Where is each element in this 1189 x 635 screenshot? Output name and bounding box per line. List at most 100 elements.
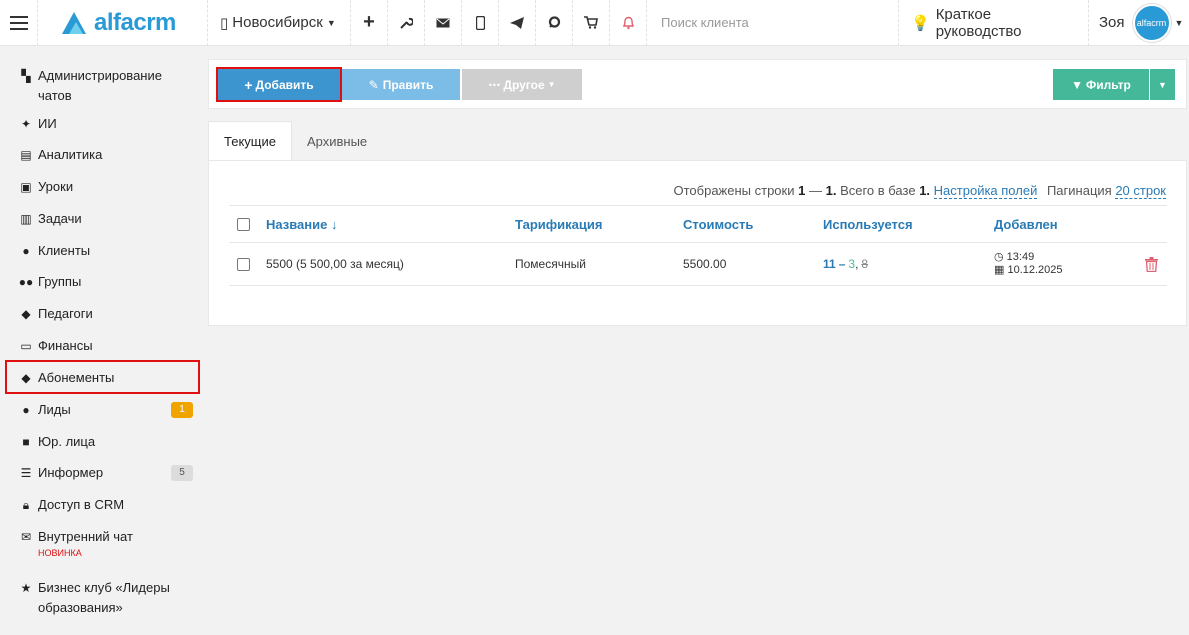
added-time: 13:49	[1006, 251, 1035, 263]
sidebar-item-leads[interactable]: ● Лиды 1	[18, 400, 198, 420]
user-menu[interactable]: Зоя alfacrm ▼	[1089, 0, 1189, 46]
client-search-input[interactable]: Поиск клиента	[647, 0, 899, 46]
city-selector[interactable]: ▯ Новосибирск ▼	[208, 0, 351, 46]
sidebar-item-business-club[interactable]: ★ Бизнес клуб «Лидеры образования»	[18, 578, 198, 618]
sidebar-item-lessons[interactable]: ▣ Уроки	[18, 177, 198, 197]
wrench-icon[interactable]	[388, 0, 425, 46]
caret-down-icon: ▼	[1158, 79, 1167, 90]
select-all-checkbox-cell	[237, 206, 250, 242]
rows-shown-to: 1.	[825, 183, 837, 198]
sidebar-item-label: Финансы	[38, 338, 93, 353]
row-checkbox[interactable]	[237, 257, 250, 271]
sidebar-item-chat-admin[interactable]: ▚ Администрирование чатов	[18, 66, 198, 106]
used-total[interactable]: 11	[823, 257, 836, 271]
total-label: Всего в базе	[840, 183, 916, 198]
ellipsis-icon: ⋯	[488, 77, 501, 92]
tab-current[interactable]: Текущие	[208, 121, 292, 161]
pagination-link[interactable]: 20 строк	[1115, 183, 1166, 199]
other-button-label: Другое	[503, 77, 545, 92]
users-icon: ●●	[18, 275, 34, 289]
cell-added: ◷ 13:49 ▦ 10.12.2025	[994, 243, 1063, 285]
sidebar-item-clients[interactable]: ● Клиенты	[18, 241, 198, 261]
column-header-billing[interactable]: Тарификация	[515, 206, 602, 242]
sidebar-item-label: Педагоги	[38, 306, 93, 321]
mobile-phone-icon[interactable]	[462, 0, 499, 46]
filter-button[interactable]: ▼ Фильтр	[1053, 69, 1149, 100]
cart-icon[interactable]	[573, 0, 610, 46]
sidebar-item-analytics[interactable]: ▤ Аналитика	[18, 145, 198, 165]
map-icon: ▤	[20, 148, 32, 162]
sidebar-item-groups[interactable]: ●● Группы	[18, 272, 198, 292]
sidebar-item-label: Информер	[38, 465, 104, 480]
filter-dropdown-toggle[interactable]: ▼	[1150, 69, 1175, 100]
sidebar-item-internal-chat[interactable]: ✉ Внутренний чат НОВИНКА	[18, 527, 198, 559]
list-icon: ☰	[20, 466, 32, 480]
quick-guide-link[interactable]: 💡 Краткое руководство	[899, 0, 1089, 46]
sidebar-item-teachers[interactable]: ◆ Педагоги	[18, 304, 198, 324]
funnel-icon: ▼	[1071, 77, 1084, 92]
telegram-icon[interactable]	[499, 0, 536, 46]
field-settings-link[interactable]: Настройка полей	[933, 183, 1038, 199]
sidebar-item-informer[interactable]: ☰ Информер 5	[18, 463, 198, 483]
clipboard-icon: ▥	[20, 212, 32, 226]
chevron-down-icon: ▼	[326, 17, 336, 28]
sidebar-item-label: Бизнес клуб «Лидеры образования»	[38, 580, 170, 615]
money-icon: ▭	[20, 339, 32, 353]
sidebar-item-label: ИИ	[38, 116, 57, 131]
chat-bubble-icon[interactable]	[536, 0, 573, 46]
sidebar-item-label: Администрирование чатов	[38, 68, 162, 103]
sidebar-item-label: Клиенты	[38, 243, 91, 258]
cell-billing: Помесячный	[515, 257, 586, 271]
briefcase-icon: ■	[22, 435, 30, 449]
calendar-icon: ▣	[20, 180, 32, 194]
sidebar-item-ai[interactable]: ✦ ИИ	[18, 114, 198, 134]
menu-toggle-button[interactable]	[0, 0, 38, 46]
other-actions-button[interactable]: ⋯ Другое ▼	[462, 69, 582, 100]
used-expired[interactable]: 8	[861, 257, 868, 271]
cell-name[interactable]: 5500 (5 500,00 за месяц)	[266, 243, 404, 285]
graduation-cap-icon: ◆	[21, 307, 31, 321]
building-icon: ▯	[220, 14, 229, 32]
bell-icon[interactable]	[610, 0, 647, 46]
logo-text: alfacrm	[94, 8, 176, 36]
subscriptions-highlight	[5, 360, 200, 394]
trash-icon[interactable]	[1145, 256, 1158, 272]
pencil-icon: ✎	[368, 77, 379, 92]
sidebar-item-finance[interactable]: ▭ Финансы	[18, 336, 198, 356]
column-header-added[interactable]: Добавлен	[994, 206, 1058, 242]
sidebar-item-label: Задачи	[38, 211, 82, 226]
avatar: alfacrm	[1132, 3, 1171, 42]
column-header-used[interactable]: Используется	[823, 206, 913, 242]
clock-icon: ◷	[994, 251, 1004, 263]
tab-archive[interactable]: Архивные	[292, 121, 382, 161]
edit-button-label: Править	[382, 77, 434, 92]
leads-count-badge: 1	[171, 402, 193, 418]
sidebar-item-label: Доступ в CRM	[38, 497, 125, 512]
new-tag: НОВИНКА	[38, 548, 82, 558]
plus-icon[interactable]: +	[351, 0, 388, 46]
chat-admin-icon: ▚	[21, 69, 31, 83]
add-button-highlight	[216, 67, 342, 102]
calendar-icon: ▦	[994, 264, 1005, 276]
column-header-cost[interactable]: Стоимость	[683, 206, 753, 242]
column-header-name[interactable]: Название ↓	[266, 206, 337, 242]
used-comma: ,	[855, 257, 859, 271]
table-row[interactable]: 5500 (5 500,00 за месяц) Помесячный 5500…	[229, 243, 1167, 286]
chevron-down-icon: ▼	[1174, 17, 1184, 28]
lightbulb-icon: 💡	[911, 14, 930, 32]
used-active[interactable]: 3	[848, 257, 855, 271]
envelope-icon[interactable]	[425, 0, 462, 46]
sidebar-item-legal-entities[interactable]: ■ Юр. лица	[18, 432, 198, 452]
edit-button[interactable]: ✎ Править	[342, 69, 460, 100]
row-checkbox-cell	[237, 243, 250, 285]
total-count: 1.	[919, 183, 931, 198]
sidebar-item-tasks[interactable]: ▥ Задачи	[18, 209, 198, 229]
logo[interactable]: alfacrm	[38, 0, 208, 46]
city-label: Новосибирск	[232, 14, 323, 31]
used-separator: –	[838, 257, 846, 271]
lock-icon: 🔒︎	[22, 498, 30, 512]
filter-button-label: Фильтр	[1086, 77, 1131, 92]
select-all-checkbox[interactable]	[237, 217, 250, 231]
sidebar-item-crm-access[interactable]: 🔒︎ Доступ в CRM	[18, 495, 198, 515]
tabs: Текущие Архивные	[208, 121, 382, 161]
